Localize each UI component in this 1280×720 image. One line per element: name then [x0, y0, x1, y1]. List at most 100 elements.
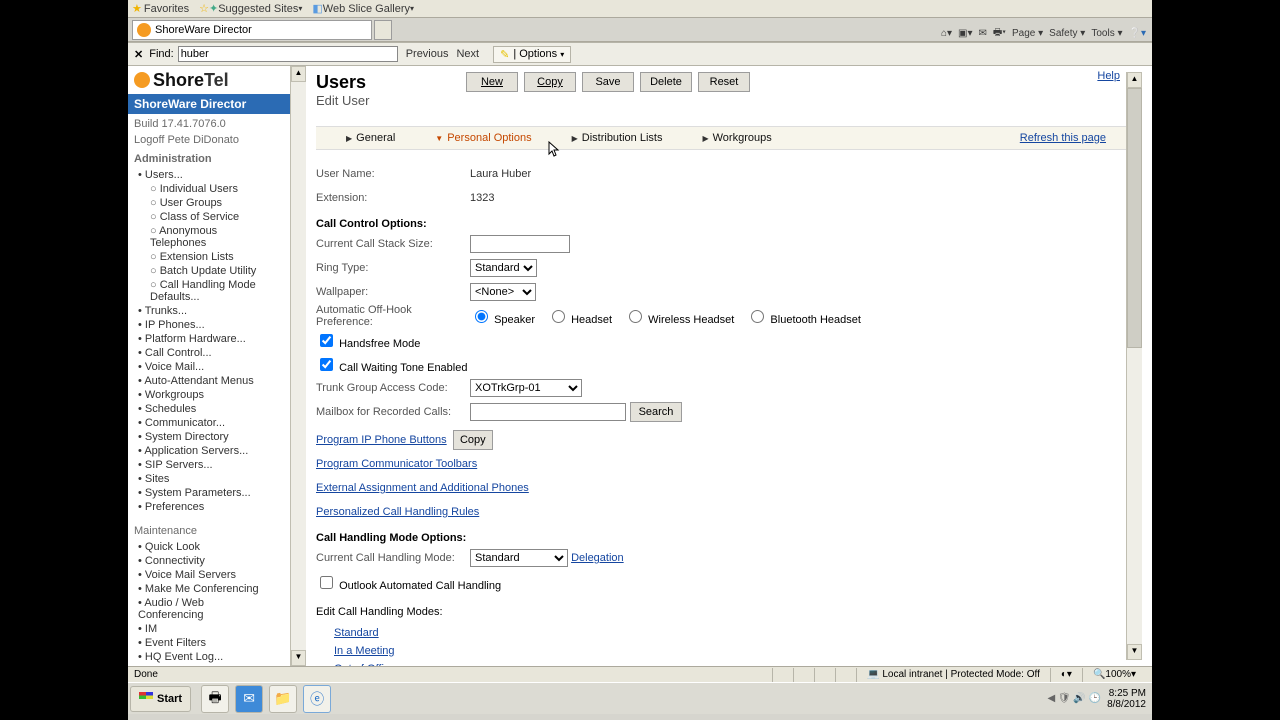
- copy-ip-buttons[interactable]: Copy: [453, 430, 493, 450]
- logoff-link[interactable]: Logoff Pete DiDonato: [128, 134, 290, 150]
- nav-ip-phones[interactable]: IP Phones...: [138, 318, 290, 332]
- wallpaper-select[interactable]: <None>: [470, 283, 536, 301]
- offhook-wireless[interactable]: Wireless Headset: [624, 307, 734, 326]
- nav-hq-event-log[interactable]: HQ Event Log...: [138, 650, 290, 664]
- nav-trunks[interactable]: Trunks...: [138, 304, 290, 318]
- nav-users[interactable]: Users...: [138, 168, 290, 182]
- taskbar-outlook-icon[interactable]: ✉: [235, 685, 263, 713]
- ring-type-select[interactable]: Standard: [470, 259, 537, 277]
- browser-tab[interactable]: ShoreWare Director: [132, 20, 372, 40]
- nav-workgroups[interactable]: Workgroups: [138, 388, 290, 402]
- tab-workgroups[interactable]: Workgroups: [702, 132, 771, 144]
- page-subtitle: Edit User: [316, 93, 1126, 108]
- nav-system-parameters[interactable]: System Parameters...: [138, 486, 290, 500]
- nav-schedules[interactable]: Schedules: [138, 402, 290, 416]
- handsfree-checkbox[interactable]: Handsfree Mode: [316, 331, 420, 350]
- program-ip-buttons-link[interactable]: Program IP Phone Buttons: [316, 434, 447, 446]
- print-icon[interactable]: 🖶▾: [993, 25, 1006, 42]
- status-zoom-handle[interactable]: ◐▾: [1050, 668, 1082, 682]
- offhook-bluetooth[interactable]: Bluetooth Headset: [746, 307, 861, 326]
- nav-im[interactable]: IM: [138, 622, 290, 636]
- tab-distribution-lists[interactable]: Distribution Lists: [572, 132, 663, 144]
- nav-communicator[interactable]: Communicator...: [138, 416, 290, 430]
- nav-preferences[interactable]: Preferences: [138, 500, 290, 514]
- tools-menu[interactable]: Tools ▾: [1091, 28, 1122, 39]
- find-input[interactable]: [178, 46, 398, 62]
- chm-meeting-link[interactable]: In a Meeting: [334, 645, 395, 657]
- nav-sites[interactable]: Sites: [138, 472, 290, 486]
- nav-auto-attendant[interactable]: Auto-Attendant Menus: [138, 374, 290, 388]
- page-menu[interactable]: Page ▾: [1012, 28, 1043, 39]
- nav-call-control[interactable]: Call Control...: [138, 346, 290, 360]
- tab-personal-options[interactable]: Personal Options: [435, 132, 531, 144]
- home-icon[interactable]: ⌂▾: [941, 28, 952, 39]
- chm-standard-link[interactable]: Standard: [334, 627, 379, 639]
- reset-button[interactable]: Reset: [698, 72, 750, 92]
- nav-sip-servers[interactable]: SIP Servers...: [138, 458, 290, 472]
- nav-make-me-conf[interactable]: Make Me Conferencing: [138, 582, 290, 596]
- offhook-headset[interactable]: Headset: [547, 307, 612, 326]
- web-slice-gallery[interactable]: ◧ Web Slice Gallery ▾: [312, 2, 414, 15]
- nav-quick-look[interactable]: Quick Look: [138, 540, 290, 554]
- feeds-icon[interactable]: ▣▾: [958, 28, 972, 39]
- mail-icon[interactable]: ✉: [978, 28, 986, 39]
- find-next-button[interactable]: Next: [456, 48, 479, 60]
- nav-platform-hardware[interactable]: Platform Hardware...: [138, 332, 290, 346]
- copy-button[interactable]: Copy: [524, 72, 576, 92]
- tab-general[interactable]: General: [346, 132, 395, 144]
- save-button[interactable]: Save: [582, 72, 634, 92]
- delegation-link[interactable]: Delegation: [571, 552, 624, 564]
- outlook-chm-checkbox[interactable]: Outlook Automated Call Handling: [316, 573, 501, 592]
- nav-connectivity[interactable]: Connectivity: [138, 554, 290, 568]
- nav-user-groups[interactable]: User Groups: [150, 196, 290, 210]
- nav-extension-lists[interactable]: Extension Lists: [150, 250, 290, 264]
- extension-value: 1323: [470, 192, 494, 204]
- nav-vm-servers[interactable]: Voice Mail Servers: [138, 568, 290, 582]
- find-previous-button[interactable]: Previous: [406, 48, 449, 60]
- shoretel-logo-icon: [134, 72, 150, 88]
- suggested-sites[interactable]: ☆ ✦ Suggested Sites ▾: [199, 2, 302, 15]
- personalized-rules-link[interactable]: Personalized Call Handling Rules: [316, 506, 479, 518]
- nav-chm-defaults[interactable]: Call Handling Mode Defaults...: [150, 278, 270, 304]
- nav-class-of-service[interactable]: Class of Service: [150, 210, 290, 224]
- chm-current-select[interactable]: Standard: [470, 549, 568, 567]
- nav-event-filters[interactable]: Event Filters: [138, 636, 290, 650]
- mailbox-search-button[interactable]: Search: [630, 402, 682, 422]
- nav-system-directory[interactable]: System Directory: [138, 430, 290, 444]
- tray-icons[interactable]: ◀ 🛡 🔊 🕒: [1047, 693, 1101, 704]
- stack-input[interactable]: [470, 235, 570, 253]
- new-button[interactable]: New: [466, 72, 518, 92]
- taskbar-ie-icon[interactable]: ⓔ: [303, 685, 331, 713]
- offhook-speaker[interactable]: Speaker: [470, 307, 535, 326]
- status-zoom[interactable]: 🔍 100% ▾: [1082, 668, 1146, 682]
- trunk-select[interactable]: XOTrkGrp-01: [470, 379, 582, 397]
- left-scrollbar[interactable]: ▲▼: [290, 66, 306, 666]
- right-scrollbar[interactable]: ▲▼: [1126, 72, 1142, 660]
- nav-anonymous-telephones[interactable]: Anonymous Telephones: [150, 224, 260, 250]
- refresh-link[interactable]: Refresh this page: [1020, 132, 1106, 144]
- chm-out-office-link[interactable]: Out of Office: [334, 663, 396, 666]
- find-close-icon[interactable]: ✕: [134, 48, 143, 61]
- nav-individual-users[interactable]: Individual Users: [150, 182, 290, 196]
- mailbox-input[interactable]: [470, 403, 626, 421]
- favorites-menu[interactable]: ★Favorites: [132, 2, 189, 15]
- clock[interactable]: 8:25 PM8/8/2012: [1107, 688, 1146, 710]
- external-assignment-link[interactable]: External Assignment and Additional Phone…: [316, 482, 529, 494]
- call-waiting-checkbox[interactable]: Call Waiting Tone Enabled: [316, 355, 467, 374]
- help-icon[interactable]: ❔▾: [1129, 28, 1146, 39]
- nav-voice-mail[interactable]: Voice Mail...: [138, 360, 290, 374]
- help-link[interactable]: Help: [1097, 70, 1120, 82]
- taskbar-printer-icon[interactable]: 🖶: [201, 685, 229, 713]
- new-tab-button[interactable]: [374, 20, 392, 40]
- start-button[interactable]: Start: [130, 686, 191, 712]
- delete-button[interactable]: Delete: [640, 72, 692, 92]
- star-icon: ★: [132, 2, 142, 15]
- find-options-button[interactable]: ✎ | Options ▾: [493, 46, 571, 63]
- nav-hq-services[interactable]: HQ Services: [138, 664, 290, 666]
- nav-audio-web-conf[interactable]: Audio / Web Conferencing: [138, 596, 248, 622]
- taskbar-explorer-icon[interactable]: 📁: [269, 685, 297, 713]
- program-toolbars-link[interactable]: Program Communicator Toolbars: [316, 458, 477, 470]
- nav-app-servers[interactable]: Application Servers...: [138, 444, 290, 458]
- nav-batch-update[interactable]: Batch Update Utility: [150, 264, 290, 278]
- safety-menu[interactable]: Safety ▾: [1049, 28, 1085, 39]
